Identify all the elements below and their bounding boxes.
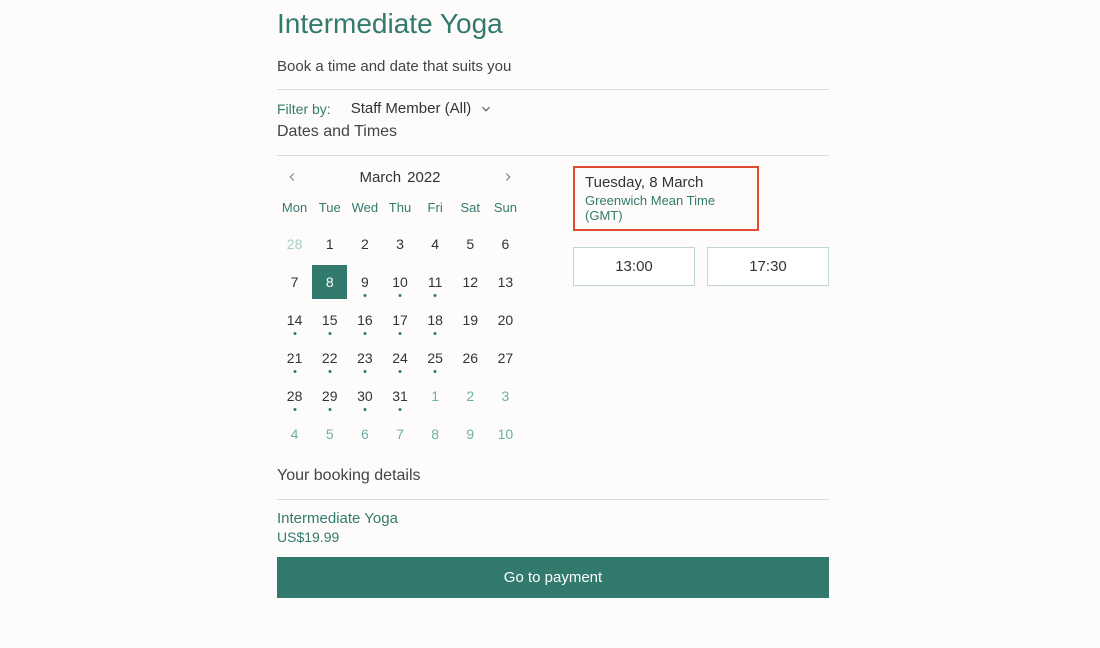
calendar-day[interactable]: 17 (382, 303, 417, 337)
time-slot[interactable]: 17:30 (707, 247, 829, 286)
calendar-day[interactable]: 8 (418, 417, 453, 451)
calendar: March2022 MonTueWedThuFriSatSun281234567… (277, 166, 523, 451)
page-title: Intermediate Yoga (277, 8, 829, 40)
calendar-day[interactable]: 21 (277, 341, 312, 375)
calendar-day[interactable]: 20 (488, 303, 523, 337)
page-subtitle: Book a time and date that suits you (277, 58, 829, 75)
calendar-day[interactable]: 19 (453, 303, 488, 337)
calendar-day[interactable]: 8 (312, 265, 347, 299)
calendar-day[interactable]: 28 (277, 379, 312, 413)
divider (277, 155, 829, 156)
calendar-day[interactable]: 7 (277, 265, 312, 299)
booking-details-label: Your booking details (277, 467, 829, 485)
calendar-day[interactable]: 14 (277, 303, 312, 337)
selected-date-box: Tuesday, 8 March Greenwich Mean Time (GM… (573, 166, 759, 231)
calendar-month-label: March2022 (359, 169, 440, 186)
selected-date-label: Tuesday, 8 March (585, 174, 747, 191)
calendar-day[interactable]: 24 (382, 341, 417, 375)
calendar-dow: Sun (488, 200, 523, 223)
chevron-down-icon (479, 102, 493, 116)
calendar-grid: MonTueWedThuFriSatSun2812345678910111213… (277, 200, 523, 451)
service-price: US$19.99 (277, 529, 829, 545)
calendar-day[interactable]: 9 (453, 417, 488, 451)
calendar-day[interactable]: 1 (418, 379, 453, 413)
calendar-day[interactable]: 13 (488, 265, 523, 299)
calendar-day[interactable]: 31 (382, 379, 417, 413)
calendar-day[interactable]: 10 (382, 265, 417, 299)
divider (277, 89, 829, 90)
time-slots: 13:00 17:30 (573, 247, 829, 286)
filter-label: Filter by: (277, 101, 331, 117)
calendar-day[interactable]: 7 (382, 417, 417, 451)
timezone-label: Greenwich Mean Time (GMT) (585, 193, 747, 223)
calendar-day[interactable]: 22 (312, 341, 347, 375)
calendar-dow: Thu (382, 200, 417, 223)
calendar-day[interactable]: 5 (312, 417, 347, 451)
calendar-dow: Mon (277, 200, 312, 223)
calendar-day[interactable]: 30 (347, 379, 382, 413)
calendar-day[interactable]: 16 (347, 303, 382, 337)
calendar-day[interactable]: 6 (488, 227, 523, 261)
calendar-day[interactable]: 2 (347, 227, 382, 261)
staff-filter-select[interactable]: Staff Member (All) (351, 100, 494, 117)
calendar-dow: Sat (453, 200, 488, 223)
calendar-day[interactable]: 10 (488, 417, 523, 451)
next-month-button[interactable] (497, 166, 519, 188)
calendar-day[interactable]: 18 (418, 303, 453, 337)
dates-section-label: Dates and Times (277, 123, 829, 141)
calendar-day[interactable]: 3 (382, 227, 417, 261)
calendar-day[interactable]: 11 (418, 265, 453, 299)
staff-filter-value: Staff Member (All) (351, 100, 472, 117)
divider (277, 499, 829, 500)
calendar-day[interactable]: 2 (453, 379, 488, 413)
calendar-day[interactable]: 5 (453, 227, 488, 261)
time-slot[interactable]: 13:00 (573, 247, 695, 286)
service-name: Intermediate Yoga (277, 510, 829, 527)
calendar-day[interactable]: 26 (453, 341, 488, 375)
calendar-day[interactable]: 25 (418, 341, 453, 375)
calendar-day[interactable]: 6 (347, 417, 382, 451)
calendar-day[interactable]: 9 (347, 265, 382, 299)
filter-row: Filter by: Staff Member (All) (277, 100, 829, 117)
calendar-day[interactable]: 28 (277, 227, 312, 261)
calendar-day[interactable]: 3 (488, 379, 523, 413)
calendar-day[interactable]: 4 (277, 417, 312, 451)
date-panel: Tuesday, 8 March Greenwich Mean Time (GM… (573, 166, 829, 451)
calendar-day[interactable]: 23 (347, 341, 382, 375)
calendar-dow: Fri (418, 200, 453, 223)
calendar-day[interactable]: 1 (312, 227, 347, 261)
calendar-day[interactable]: 4 (418, 227, 453, 261)
calendar-day[interactable]: 27 (488, 341, 523, 375)
calendar-day[interactable]: 12 (453, 265, 488, 299)
calendar-dow: Tue (312, 200, 347, 223)
calendar-day[interactable]: 29 (312, 379, 347, 413)
calendar-day[interactable]: 15 (312, 303, 347, 337)
calendar-dow: Wed (347, 200, 382, 223)
prev-month-button[interactable] (281, 166, 303, 188)
go-to-payment-button[interactable]: Go to payment (277, 557, 829, 598)
